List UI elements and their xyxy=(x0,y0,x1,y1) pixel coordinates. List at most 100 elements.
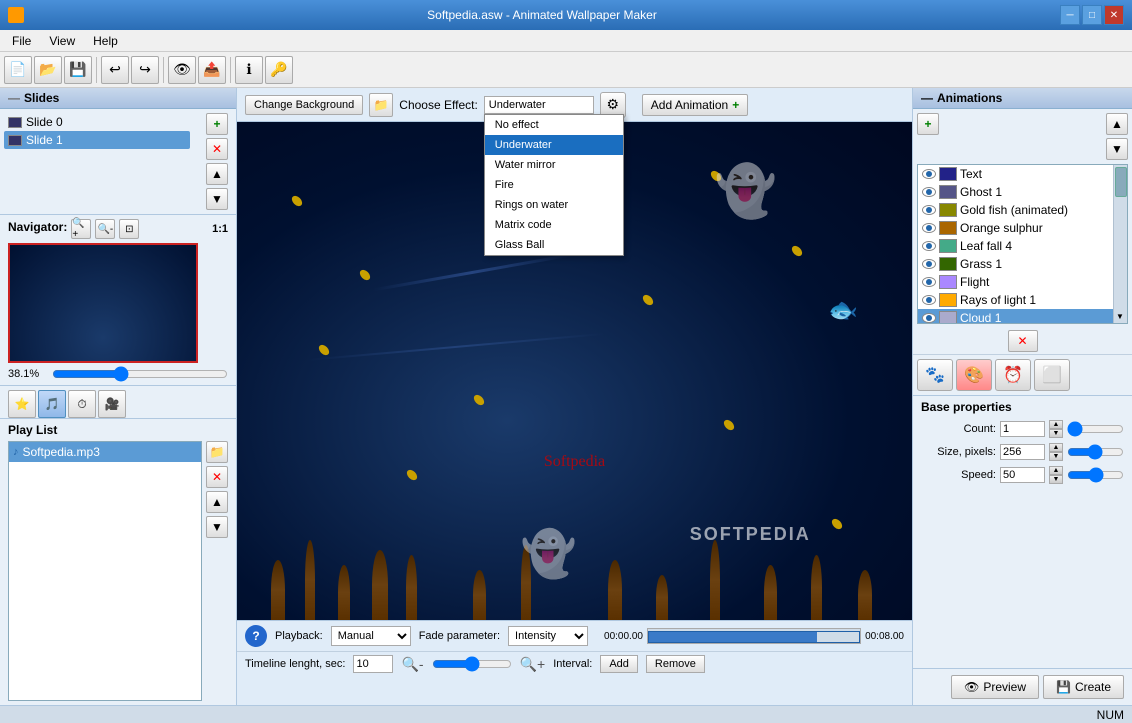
anim-eye-ghost1[interactable] xyxy=(922,187,936,197)
anim-item-cloud1[interactable]: Cloud 1 xyxy=(918,309,1127,324)
menu-file[interactable]: File xyxy=(4,32,39,50)
playlist-item-0[interactable]: ♪ Softpedia.mp3 xyxy=(9,442,201,462)
effect-select[interactable]: No effect Underwater Water mirror Fire R… xyxy=(484,96,594,114)
playlist-add-folder-button[interactable]: 📁 xyxy=(206,441,228,463)
count-up[interactable]: ▲ xyxy=(1049,420,1063,429)
dropdown-underwater[interactable]: Underwater xyxy=(485,135,623,155)
tab-music[interactable]: 🎵 xyxy=(38,390,66,418)
tab-video[interactable]: 🎥 xyxy=(98,390,126,418)
anim-item-text[interactable]: Text xyxy=(918,165,1127,183)
create-action-button[interactable]: 💾 Create xyxy=(1043,675,1124,699)
dropdown-fire[interactable]: Fire xyxy=(485,175,623,195)
undo-button[interactable]: ↩ xyxy=(101,56,129,84)
redo-button[interactable]: ↪ xyxy=(131,56,159,84)
key-button[interactable]: 🔑 xyxy=(265,56,293,84)
anim-type-clock[interactable]: ⏰ xyxy=(995,359,1031,391)
anim-up-button[interactable]: ▲ xyxy=(1106,113,1128,135)
slide-down-button[interactable]: ▼ xyxy=(206,188,228,210)
seaweed-9 xyxy=(656,575,668,620)
anim-eye-text[interactable] xyxy=(922,169,936,179)
slide-item-1[interactable]: Slide 1 xyxy=(4,131,190,149)
zoom-out-timeline-icon[interactable]: 🔍- xyxy=(401,656,423,673)
add-animation-btn[interactable]: + xyxy=(917,113,939,135)
timeline-bar[interactable] xyxy=(648,631,860,643)
size-slider[interactable] xyxy=(1067,445,1124,459)
add-interval-button[interactable]: Add xyxy=(600,655,638,673)
fit-button[interactable]: ⊡ xyxy=(119,219,139,239)
minimize-button[interactable]: ─ xyxy=(1060,5,1080,25)
anim-eye-rays[interactable] xyxy=(922,295,936,305)
anim-eye-grass[interactable] xyxy=(922,259,936,269)
zoom-out-button[interactable]: 🔍- xyxy=(95,219,115,239)
anim-item-goldfish[interactable]: Gold fish (animated) xyxy=(918,201,1127,219)
anim-type-frame[interactable]: ⬜ xyxy=(1034,359,1070,391)
anim-item-orange[interactable]: Orange sulphur xyxy=(918,219,1127,237)
slides-section: — Slides Slide 0 Slide 1 + ✕ xyxy=(0,88,236,214)
fade-select[interactable]: Intensity Color None xyxy=(508,626,588,646)
dropdown-water-mirror[interactable]: Water mirror xyxy=(485,155,623,175)
playlist-remove-button[interactable]: ✕ xyxy=(206,466,228,488)
preview-action-button[interactable]: 👁 Preview xyxy=(951,675,1039,699)
size-up[interactable]: ▲ xyxy=(1049,443,1063,452)
zoom-in-timeline-icon[interactable]: 🔍+ xyxy=(520,656,546,673)
speed-input[interactable] xyxy=(1000,467,1045,483)
anim-down-button[interactable]: ▼ xyxy=(1106,138,1128,160)
anim-eye-flight[interactable] xyxy=(922,277,936,287)
open-button[interactable]: 📂 xyxy=(34,56,62,84)
count-slider[interactable] xyxy=(1067,422,1124,436)
export-button[interactable]: 📤 xyxy=(198,56,226,84)
maximize-button[interactable]: □ xyxy=(1082,5,1102,25)
scrollbar-thumb[interactable] xyxy=(1115,167,1127,197)
timeline-zoom-slider[interactable] xyxy=(432,657,512,671)
anim-eye-leaf[interactable] xyxy=(922,241,936,251)
speed-up[interactable]: ▲ xyxy=(1049,466,1063,475)
size-down[interactable]: ▼ xyxy=(1049,452,1063,461)
dropdown-matrix-code[interactable]: Matrix code xyxy=(485,215,623,235)
anim-type-color[interactable]: 🎨 xyxy=(956,359,992,391)
anim-item-leaf[interactable]: Leaf fall 4 xyxy=(918,237,1127,255)
playlist-down-button[interactable]: ▼ xyxy=(206,516,228,538)
slide-up-button[interactable]: ▲ xyxy=(206,163,228,185)
anim-item-flight[interactable]: Flight xyxy=(918,273,1127,291)
preview-button[interactable]: 👁 xyxy=(168,56,196,84)
count-down[interactable]: ▼ xyxy=(1049,429,1063,438)
add-animation-button[interactable]: Add Animation + xyxy=(642,94,748,116)
anim-item-ghost1[interactable]: Ghost 1 xyxy=(918,183,1127,201)
remove-animation-button[interactable]: ✕ xyxy=(1008,330,1038,352)
scroll-down-arrow[interactable]: ▼ xyxy=(1114,309,1126,323)
anim-item-rays[interactable]: Rays of light 1 xyxy=(918,291,1127,309)
background-folder-button[interactable]: 📁 xyxy=(369,93,393,117)
add-slide-button[interactable]: + xyxy=(206,113,228,135)
new-button[interactable]: 📄 xyxy=(4,56,32,84)
playlist-up-button[interactable]: ▲ xyxy=(206,491,228,513)
anim-eye-cloud1[interactable] xyxy=(922,313,936,323)
dropdown-no-effect[interactable]: No effect xyxy=(485,115,623,135)
menu-view[interactable]: View xyxy=(41,32,83,50)
count-input[interactable] xyxy=(1000,421,1045,437)
help-button[interactable]: ? xyxy=(245,625,267,647)
size-input[interactable] xyxy=(1000,444,1045,460)
zoom-in-button[interactable]: 🔍+ xyxy=(71,219,91,239)
anim-eye-orange[interactable] xyxy=(922,223,936,233)
anim-eye-goldfish[interactable] xyxy=(922,205,936,215)
anim-type-sprites[interactable]: 🐾 xyxy=(917,359,953,391)
playback-select[interactable]: Manual Auto Loop xyxy=(331,626,411,646)
tab-favorites[interactable]: ⭐ xyxy=(8,390,36,418)
slide-item-0[interactable]: Slide 0 xyxy=(4,113,190,131)
remove-interval-button[interactable]: Remove xyxy=(646,655,705,673)
animations-scrollbar[interactable]: ▼ xyxy=(1113,165,1127,323)
dropdown-rings-on-water[interactable]: Rings on water xyxy=(485,195,623,215)
save-button[interactable]: 💾 xyxy=(64,56,92,84)
remove-slide-button[interactable]: ✕ xyxy=(206,138,228,160)
dropdown-glass-ball[interactable]: Glass Ball xyxy=(485,235,623,255)
change-background-button[interactable]: Change Background xyxy=(245,95,363,115)
close-button[interactable]: ✕ xyxy=(1104,5,1124,25)
info-button[interactable]: ℹ xyxy=(235,56,263,84)
speed-slider[interactable] xyxy=(1067,468,1124,482)
menu-help[interactable]: Help xyxy=(85,32,126,50)
zoom-slider[interactable] xyxy=(52,367,228,381)
tab-timer[interactable]: ⏱ xyxy=(68,390,96,418)
anim-item-grass[interactable]: Grass 1 xyxy=(918,255,1127,273)
speed-down[interactable]: ▼ xyxy=(1049,475,1063,484)
timeline-length-input[interactable] xyxy=(353,655,393,673)
